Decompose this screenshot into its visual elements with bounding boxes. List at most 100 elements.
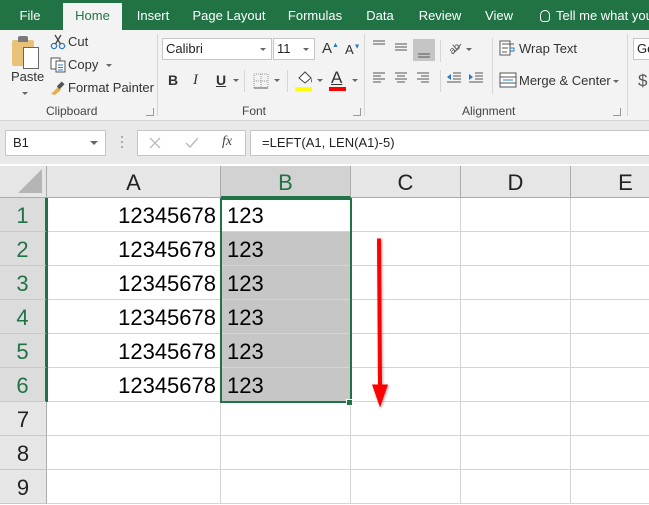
row-header-2[interactable]: 2: [0, 232, 47, 266]
cell-a4[interactable]: 12345678: [47, 300, 221, 334]
resize-handle-icon[interactable]: [121, 136, 123, 150]
font-family-select[interactable]: Calibri: [162, 38, 272, 60]
row-header-3[interactable]: 3: [0, 266, 47, 300]
cell-e3[interactable]: [571, 266, 649, 300]
cancel-icon[interactable]: [149, 137, 161, 149]
tab-view[interactable]: View: [478, 3, 520, 30]
cell-e9[interactable]: [571, 470, 649, 504]
align-right-icon[interactable]: [416, 72, 430, 84]
cell-b1[interactable]: 123: [221, 198, 351, 232]
tab-home[interactable]: Home: [63, 3, 122, 30]
insert-function-button[interactable]: fx: [222, 134, 232, 150]
cell-b4[interactable]: 123: [221, 300, 351, 334]
column-header-d[interactable]: D: [461, 166, 571, 198]
cell-e7[interactable]: [571, 402, 649, 436]
increase-indent-icon[interactable]: [468, 72, 484, 84]
cell-e1[interactable]: [571, 198, 649, 232]
borders-dropdown-icon[interactable]: [274, 72, 280, 87]
bold-button[interactable]: B: [168, 72, 178, 88]
underline-dropdown-icon[interactable]: [233, 72, 239, 87]
cell-b8[interactable]: [221, 436, 351, 470]
cell-e2[interactable]: [571, 232, 649, 266]
cell-d4[interactable]: [461, 300, 571, 334]
borders-icon[interactable]: [253, 73, 269, 89]
cell-d9[interactable]: [461, 470, 571, 504]
cell-a5[interactable]: 12345678: [47, 334, 221, 368]
underline-button[interactable]: U: [216, 72, 226, 88]
cell-c1[interactable]: [351, 198, 461, 232]
row-header-8[interactable]: 8: [0, 436, 47, 470]
cell-a2[interactable]: 12345678: [47, 232, 221, 266]
cell-b9[interactable]: [221, 470, 351, 504]
cell-e8[interactable]: [571, 436, 649, 470]
cell-b2[interactable]: 123: [221, 232, 351, 266]
cell-d5[interactable]: [461, 334, 571, 368]
tab-formulas[interactable]: Formulas: [280, 3, 350, 30]
accounting-format-button[interactable]: $: [638, 71, 647, 91]
tab-data[interactable]: Data: [358, 3, 402, 30]
font-size-select[interactable]: 11: [273, 38, 315, 60]
cell-d1[interactable]: [461, 198, 571, 232]
font-color-dropdown-icon[interactable]: [352, 72, 358, 87]
row-header-6[interactable]: 6: [0, 368, 47, 402]
tab-page-layout[interactable]: Page Layout: [187, 3, 271, 30]
cell-c8[interactable]: [351, 436, 461, 470]
cell-e5[interactable]: [571, 334, 649, 368]
tell-me-search[interactable]: Tell me what you: [540, 3, 649, 30]
row-header-9[interactable]: 9: [0, 470, 47, 504]
cell-c9[interactable]: [351, 470, 461, 504]
orientation-icon[interactable]: ab: [447, 39, 463, 55]
row-header-4[interactable]: 4: [0, 300, 47, 334]
decrease-font-size-button[interactable]: A▼: [345, 42, 361, 57]
cell-a7[interactable]: [47, 402, 221, 436]
cell-b3[interactable]: 123: [221, 266, 351, 300]
formula-input[interactable]: =LEFT(A1, LEN(A1)-5): [250, 130, 649, 156]
checkmark-icon[interactable]: [185, 137, 199, 149]
number-format-select[interactable]: Ge: [633, 38, 649, 60]
tab-review[interactable]: Review: [412, 3, 468, 30]
select-all-button[interactable]: [0, 166, 47, 198]
paste-dropdown-icon[interactable]: [22, 85, 28, 100]
fill-handle[interactable]: [346, 399, 353, 406]
tab-insert[interactable]: Insert: [128, 3, 178, 30]
orientation-dropdown-icon[interactable]: [466, 41, 472, 56]
cell-a1[interactable]: 12345678: [47, 198, 221, 232]
cell-a3[interactable]: 12345678: [47, 266, 221, 300]
cell-d2[interactable]: [461, 232, 571, 266]
column-header-c[interactable]: C: [351, 166, 461, 198]
cell-d6[interactable]: [461, 368, 571, 402]
decrease-indent-icon[interactable]: [446, 72, 462, 84]
column-header-e[interactable]: E: [571, 166, 649, 198]
tab-file[interactable]: File: [8, 3, 52, 30]
row-header-1[interactable]: 1: [0, 198, 47, 232]
cell-d8[interactable]: [461, 436, 571, 470]
align-center-icon[interactable]: [394, 72, 408, 84]
name-box[interactable]: B1: [5, 130, 106, 156]
cell-a8[interactable]: [47, 436, 221, 470]
fill-color-dropdown-icon[interactable]: [317, 72, 323, 87]
cell-a6[interactable]: 12345678: [47, 368, 221, 402]
row-header-7[interactable]: 7: [0, 402, 47, 436]
merge-center-dropdown-icon[interactable]: [613, 73, 619, 88]
column-header-b[interactable]: B: [221, 166, 351, 198]
cell-b6[interactable]: 123: [221, 368, 351, 402]
cell-d3[interactable]: [461, 266, 571, 300]
align-top-icon[interactable]: [372, 40, 386, 50]
cell-b5[interactable]: 123: [221, 334, 351, 368]
align-left-icon[interactable]: [372, 72, 386, 84]
cell-a9[interactable]: [47, 470, 221, 504]
italic-button[interactable]: I: [193, 72, 198, 89]
align-middle-icon[interactable]: [394, 42, 408, 52]
cell-e4[interactable]: [571, 300, 649, 334]
clipboard-dialog-launcher-icon[interactable]: [146, 108, 154, 116]
cell-d7[interactable]: [461, 402, 571, 436]
column-header-a[interactable]: A: [47, 166, 221, 198]
cell-e6[interactable]: [571, 368, 649, 402]
align-bottom-button-active[interactable]: [413, 39, 435, 61]
row-header-5[interactable]: 5: [0, 334, 47, 368]
copy-dropdown-icon[interactable]: [106, 57, 112, 72]
cell-b7[interactable]: [221, 402, 351, 436]
font-dialog-launcher-icon[interactable]: [353, 108, 361, 116]
alignment-dialog-launcher-icon[interactable]: [613, 108, 621, 116]
increase-font-size-button[interactable]: A▲: [322, 40, 339, 57]
